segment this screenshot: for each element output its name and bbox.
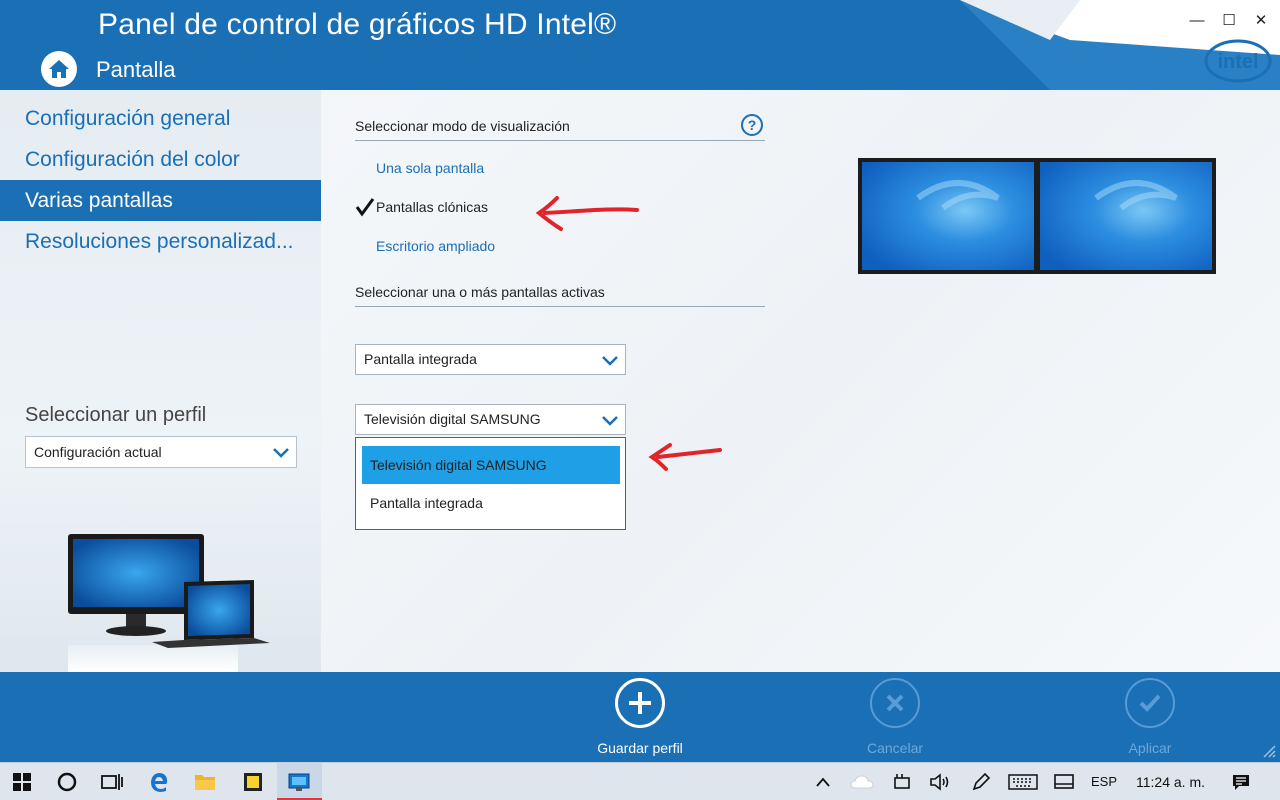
display2-dropdown-list: Televisión digital SAMSUNG Pantalla inte… [355,437,626,530]
dropdown-option-integrated-display[interactable]: Pantalla integrada [362,484,620,522]
chevron-down-icon [273,448,289,458]
close-button[interactable]: ✕ [1250,10,1272,30]
cortana-icon[interactable] [54,769,80,795]
mode-extended-desktop[interactable]: Escritorio ampliado [376,238,495,254]
task-view-icon[interactable] [99,769,125,795]
chevron-down-icon [602,416,618,426]
edge-icon[interactable] [146,769,172,795]
home-button[interactable] [41,51,77,87]
profile-select-value: Configuración actual [34,444,162,460]
plus-icon [629,692,651,714]
chevron-down-icon [602,356,618,366]
sticky-notes-icon[interactable] [240,769,266,795]
save-profile-button[interactable]: Guardar perfil [570,678,710,756]
app-title: Panel de control de gráficos HD Intel® [98,8,617,41]
sidebar: Configuración general Configuración del … [0,90,321,672]
resize-grip-icon[interactable] [1260,742,1276,758]
file-explorer-icon[interactable] [192,769,218,795]
display1-select[interactable]: Pantalla integrada [355,344,626,375]
annotation-arrow-dropdown [648,443,722,471]
apply-button[interactable]: Aplicar [1080,678,1220,756]
sidebar-item-color-settings[interactable]: Configuración del color [0,139,321,180]
intel-logo: intel [1204,39,1272,83]
notifications-icon[interactable] [1228,769,1254,795]
title-bar: Panel de control de gráficos HD Intel® P… [0,0,1280,90]
main-content: Seleccionar modo de visualización ? Una … [321,90,1280,672]
pen-icon[interactable] [968,769,994,795]
dropdown-option-samsung-tv[interactable]: Televisión digital SAMSUNG [362,446,620,484]
mode-clone-displays[interactable]: Pantallas clónicas [376,199,488,215]
sidebar-item-custom-resolutions[interactable]: Resoluciones personalizad... [0,221,321,262]
display2-select-value: Televisión digital SAMSUNG [364,411,541,427]
mode-single-display[interactable]: Una sola pantalla [376,160,484,176]
cancel-circle [870,678,920,728]
display1-select-value: Pantalla integrada [364,351,477,367]
annotation-arrow-mode [535,196,639,231]
cloned-displays-preview [858,158,1216,274]
display-mode-heading: Seleccionar modo de visualización [355,118,765,141]
clock[interactable]: 11:24 a. m. [1136,774,1205,790]
intel-logo-text: intel [1217,51,1258,73]
power-icon[interactable] [889,769,915,795]
language-indicator[interactable]: ESP [1091,774,1117,789]
taskbar: ESP 11:24 a. m. [0,762,1280,800]
intel-graphics-icon[interactable] [286,769,312,795]
sidebar-item-multiple-displays[interactable]: Varias pantallas [0,180,321,221]
checkmark-icon [355,198,375,217]
save-profile-label: Guardar perfil [597,740,683,756]
apply-label: Aplicar [1128,740,1172,756]
active-displays-heading: Seleccionar una o más pantallas activas [355,284,765,307]
profile-label: Seleccionar un perfil [25,404,207,426]
cancel-button[interactable]: Cancelar [825,678,965,756]
apply-circle [1125,678,1175,728]
checkmark-icon [1139,694,1161,712]
cancel-label: Cancelar [866,740,924,756]
x-icon [886,694,904,712]
maximize-button[interactable]: ☐ [1218,10,1240,30]
action-bar: Guardar perfil Cancelar Aplicar [0,672,1280,762]
help-icon[interactable]: ? [741,114,763,136]
display2-select[interactable]: Televisión digital SAMSUNG [355,404,626,435]
display-icon[interactable] [1051,769,1077,795]
home-icon [49,60,69,78]
volume-icon[interactable] [928,769,954,795]
minimize-button[interactable]: — [1186,10,1208,30]
onedrive-icon[interactable] [849,769,875,795]
windows-start-icon[interactable] [9,769,35,795]
save-profile-circle [615,678,665,728]
section-title: Pantalla [96,57,176,82]
chevron-up-icon[interactable] [810,769,836,795]
window-controls: — ☐ ✕ [1186,10,1272,30]
devices-illustration [68,534,270,672]
keyboard-icon[interactable] [1008,769,1038,795]
profile-select[interactable]: Configuración actual [25,436,297,468]
sidebar-item-general-settings[interactable]: Configuración general [0,98,321,139]
